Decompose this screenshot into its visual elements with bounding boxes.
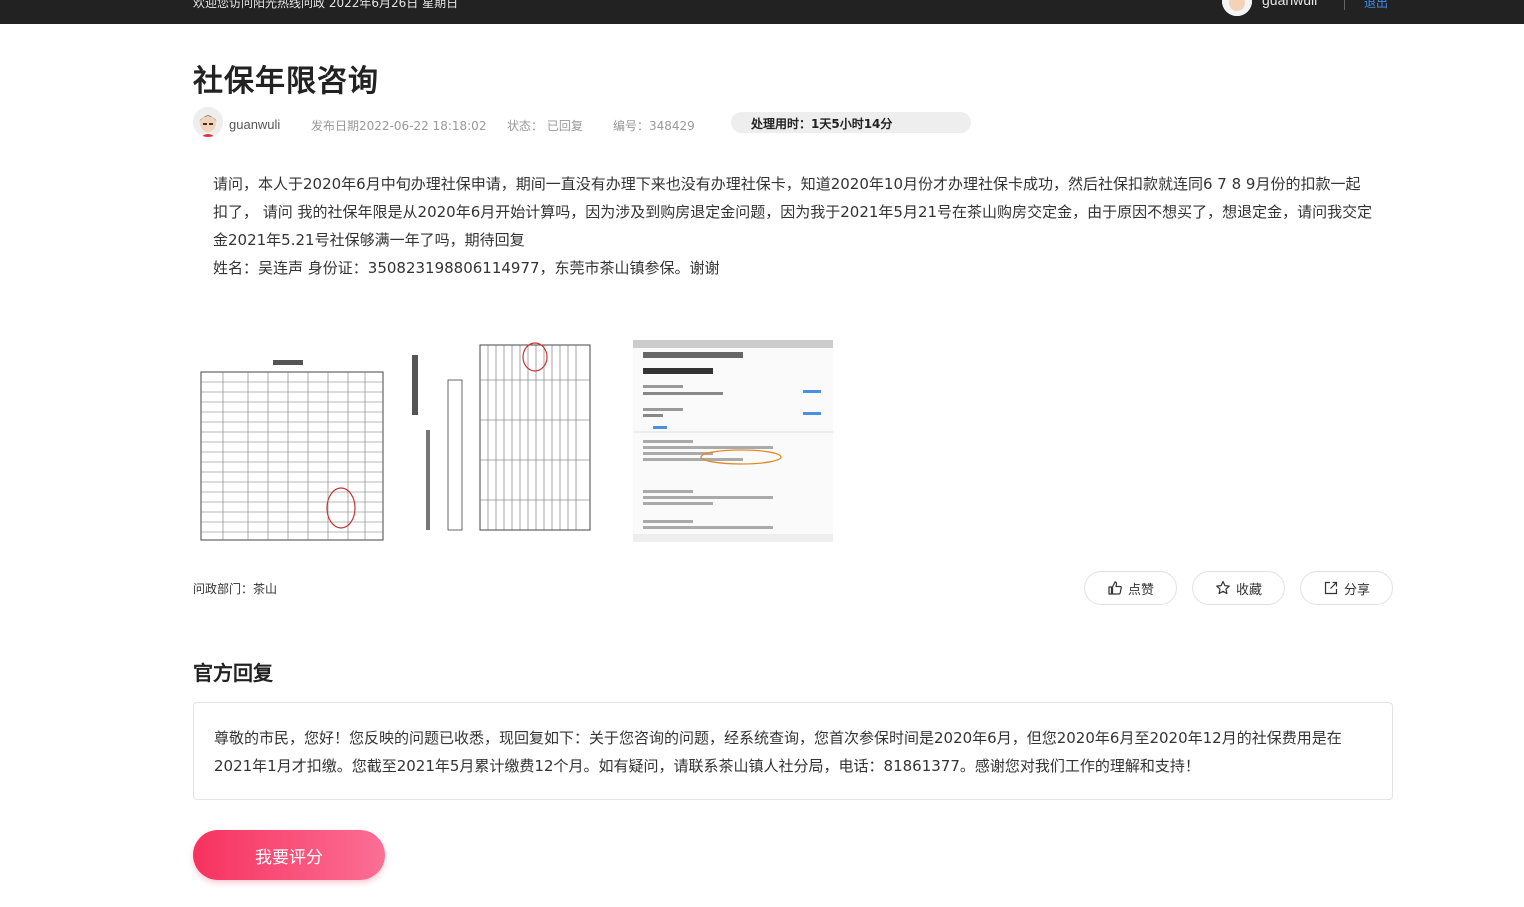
department-label: 问政部门：茶山: [193, 582, 278, 596]
question-body: 请问，本人于2020年6月中旬办理社保申请，期间一直没有办理下来也没有办理社保卡…: [213, 170, 1373, 282]
official-reply-heading: 官方回复: [193, 661, 273, 685]
official-reply-box: 尊敬的市民，您好！您反映的问题已收悉，现回复如下：关于您咨询的问题，经系统查询，…: [193, 702, 1393, 800]
author-avatar[interactable]: [193, 107, 223, 137]
like-button[interactable]: 点赞: [1084, 571, 1177, 605]
rotated-document-image: [400, 340, 600, 542]
like-label: 点赞: [1127, 582, 1154, 598]
welcome-text: 欢迎您访问阳光热线问政 2022年6月26日 星期日: [193, 0, 459, 10]
rate-button[interactable]: 我要评分: [193, 830, 385, 880]
thumbs-up-icon: [1108, 581, 1122, 595]
official-reply-text: 尊敬的市民，您好！您反映的问题已收悉，现回复如下：关于您咨询的问题，经系统查询，…: [214, 729, 1342, 775]
processing-time-badge: 处理用时：1天5小时14分: [731, 112, 971, 133]
share-button[interactable]: 分享: [1300, 571, 1393, 605]
attachment-image-2[interactable]: [400, 340, 600, 542]
topbar-username[interactable]: guanwuli: [1262, 0, 1317, 8]
author-name[interactable]: guanwuli: [229, 117, 280, 132]
favorite-button[interactable]: 收藏: [1192, 571, 1285, 605]
page-title: 社保年限咨询: [193, 64, 379, 99]
logout-link[interactable]: 退出: [1364, 0, 1388, 11]
status-badge: 状态： 已回复: [507, 119, 583, 133]
question-paragraph: 请问，本人于2020年6月中旬办理社保申请，期间一直没有办理下来也没有办理社保卡…: [213, 175, 1373, 249]
author-avatar-icon: [193, 107, 223, 137]
question-contact-line: 姓名：吴连声 身份证：350823198806114977，东莞市茶山镇参保。谢…: [213, 259, 720, 277]
post-number: 编号：348429: [613, 119, 695, 133]
favorite-label: 收藏: [1235, 582, 1262, 598]
post-meta: guanwuli 发布日期2022-06-22 18:18:02 状态： 已回复…: [193, 107, 993, 139]
attachment-image-3[interactable]: [633, 340, 833, 542]
user-avatar[interactable]: [1222, 0, 1252, 16]
user-avatar-icon: [1222, 0, 1252, 16]
processing-time-label: 处理用时：1天5小时14分: [751, 117, 893, 131]
attachment-image-1[interactable]: [193, 340, 393, 542]
star-icon: [1216, 580, 1230, 595]
share-icon: [1324, 581, 1338, 595]
document-table-image: [193, 340, 393, 542]
publish-date: 发布日期2022-06-22 18:18:02: [311, 119, 487, 133]
top-bar: 欢迎您访问阳光热线问政 2022年6月26日 星期日 guanwuli 退出: [0, 0, 1524, 24]
share-label: 分享: [1343, 582, 1370, 598]
attachment-gallery: [193, 340, 853, 542]
topbar-divider: [1344, 0, 1345, 10]
phone-screenshot-image: [633, 340, 833, 542]
